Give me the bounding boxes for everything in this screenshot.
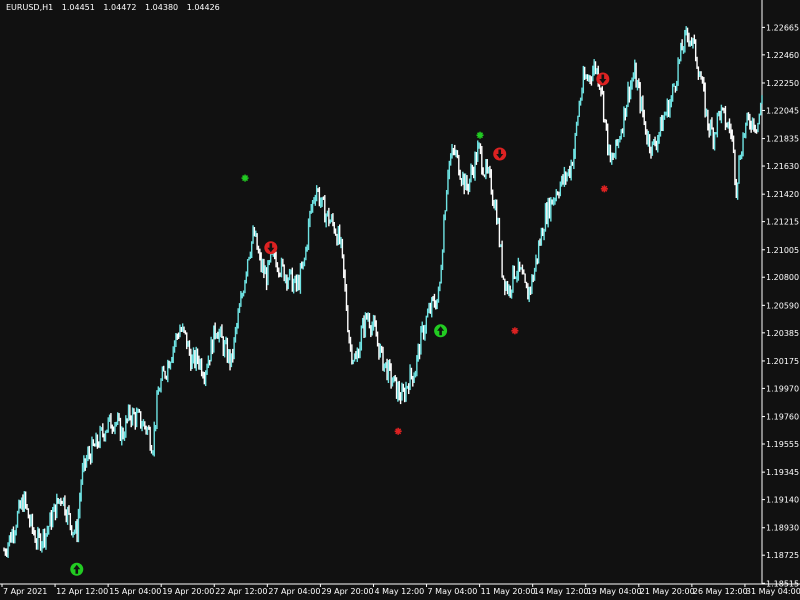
price-tick-label: 1.21630	[766, 162, 799, 171]
buy-star-marker	[476, 131, 484, 139]
buy-star-marker	[241, 174, 249, 182]
price-tick-label: 1.21005	[766, 246, 799, 255]
time-tick-label: 7 Apr 2021	[3, 587, 47, 596]
time-tick-label: 26 May 12:00	[693, 587, 748, 596]
price-tick-label: 1.21420	[766, 190, 799, 199]
price-tick-label: 1.21835	[766, 135, 799, 144]
sell-arrow-marker	[264, 241, 278, 255]
sell-star-marker	[511, 327, 519, 335]
time-tick-label: 11 May 20:00	[481, 587, 536, 596]
sell-star-marker	[394, 427, 402, 435]
price-chart[interactable]: 1.22665 1.22460 1.22250 1.22045 1.21835 1.216…	[0, 0, 800, 600]
price-series	[3, 26, 763, 558]
price-tick-label: 1.22045	[766, 106, 799, 115]
price-tick-label: 1.20385	[766, 329, 799, 338]
price-tick-label: 1.19760	[766, 413, 799, 422]
price-tick-label: 1.20175	[766, 357, 799, 366]
price-tick-label: 1.20590	[766, 301, 799, 310]
sell-arrow-marker	[596, 72, 610, 86]
price-tick-label: 1.22250	[766, 79, 799, 88]
price-tick-label: 1.18930	[766, 524, 799, 533]
buy-arrow-marker	[70, 562, 84, 576]
price-tick-label: 1.20800	[766, 273, 799, 282]
price-tick-label: 1.19345	[766, 468, 799, 477]
plot-frame	[0, 0, 800, 585]
time-tick-label: 7 May 04:00	[428, 587, 478, 596]
time-tick-label: 12 Apr 12:00	[56, 587, 108, 596]
time-tick-label: 19 Apr 20:00	[162, 587, 214, 596]
time-tick-label: 4 May 12:00	[374, 587, 424, 596]
time-tick-label: 14 May 12:00	[534, 587, 589, 596]
signal-markers	[70, 72, 610, 576]
time-tick-label: 21 May 20:00	[640, 587, 695, 596]
price-tick-label: 1.18725	[766, 551, 799, 560]
price-tick-label: 1.21215	[766, 218, 799, 227]
time-tick-label: 22 Apr 12:00	[215, 587, 267, 596]
price-axis[interactable]: 1.22665 1.22460 1.22250 1.22045 1.21835 1.216…	[762, 23, 799, 588]
time-tick-label: 31 May 04:00	[746, 587, 800, 596]
time-tick-label: 19 May 04:00	[587, 587, 642, 596]
price-tick-label: 1.22665	[766, 23, 799, 32]
price-tick-label: 1.19140	[766, 496, 799, 505]
buy-arrow-marker	[434, 324, 448, 338]
time-axis[interactable]: 7 Apr 2021 12 Apr 12:00 15 Apr 04:00 19 Apr…	[1, 584, 800, 596]
price-tick-label: 1.22460	[766, 51, 799, 60]
time-tick-label: 27 Apr 04:00	[268, 587, 320, 596]
time-tick-label: 15 Apr 04:00	[109, 587, 161, 596]
price-tick-label: 1.19555	[766, 440, 799, 449]
time-tick-label: 29 Apr 20:00	[321, 587, 373, 596]
sell-arrow-marker	[493, 147, 507, 161]
price-tick-label: 1.19970	[766, 384, 799, 393]
sell-star-marker	[600, 185, 608, 193]
